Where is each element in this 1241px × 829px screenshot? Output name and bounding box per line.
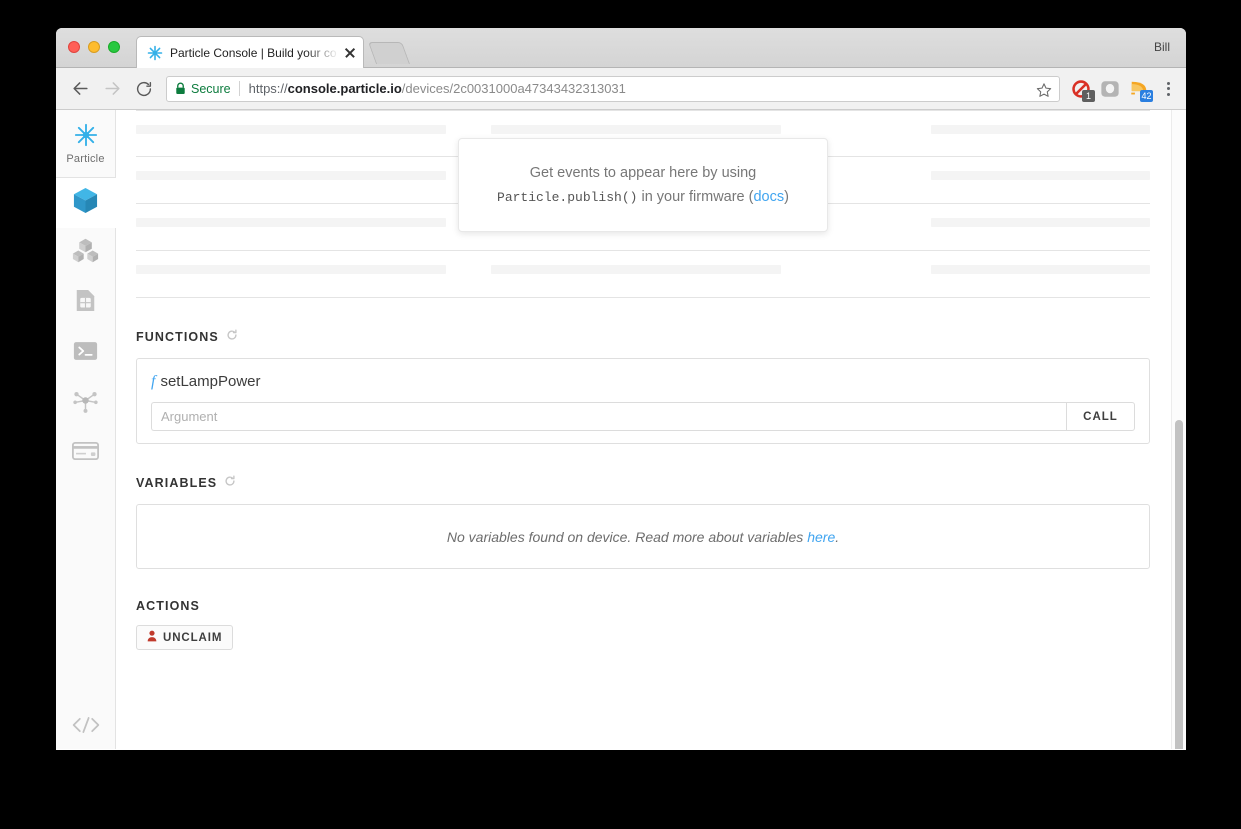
skeleton-bar <box>931 125 1150 134</box>
forward-arrow-icon <box>98 75 126 103</box>
variables-here-link[interactable]: here <box>807 529 835 545</box>
particle-asterisk-icon <box>74 123 98 152</box>
sidebar-logo[interactable]: Particle <box>56 110 115 178</box>
close-window-button[interactable] <box>68 41 80 53</box>
function-card: fsetLampPower CALL <box>136 358 1150 444</box>
callout-line-2: Particle.publish() in your firmware (doc… <box>497 189 789 205</box>
functions-heading: FUNCTIONS <box>136 330 219 344</box>
function-name-row: f setLampPower <box>151 373 1135 391</box>
function-prefix-icon: f <box>151 373 156 390</box>
skeleton-bar <box>491 265 781 274</box>
extension-icons: 1 42 <box>1066 78 1176 102</box>
url-host: console.particle.io <box>287 81 402 96</box>
close-icon[interactable] <box>343 46 357 60</box>
sidebar-item-billing[interactable] <box>56 428 115 478</box>
adblock-badge: 1 <box>1082 89 1095 102</box>
callout-text-before: in your firmware ( <box>637 189 754 205</box>
minimize-window-button[interactable] <box>88 41 100 53</box>
function-argument-input[interactable] <box>151 402 1066 431</box>
sidebar-item-integrations[interactable] <box>56 378 115 428</box>
address-bar-url: https://console.particle.io/devices/2c00… <box>249 81 1051 96</box>
browser-titlebar: Particle Console | Build your co Bill <box>56 28 1186 68</box>
console-terminal-icon <box>73 341 98 366</box>
skeleton-bar <box>491 125 781 134</box>
events-empty-callout: Get events to appear here by using Parti… <box>458 138 828 232</box>
variables-empty-card: No variables found on device. Read more … <box>136 504 1150 569</box>
refresh-icon[interactable] <box>226 328 238 346</box>
adblock-extension-icon[interactable]: 1 <box>1070 78 1095 102</box>
integrations-nodes-icon <box>72 387 99 419</box>
screen: Particle Console | Build your co Bill Se… <box>0 0 1241 829</box>
sidebar-logo-label: Particle <box>66 152 105 165</box>
lock-icon <box>175 82 186 95</box>
browser-tab[interactable]: Particle Console | Build your co <box>136 36 364 68</box>
sidebar-item-sim-cards[interactable] <box>56 278 115 328</box>
browser-profile-name[interactable]: Bill <box>1154 40 1170 54</box>
variables-empty-text-after: . <box>835 528 840 545</box>
maximize-window-button[interactable] <box>108 41 120 53</box>
skeleton-bar <box>931 265 1150 274</box>
unclaim-button-label: UNCLAIM <box>163 631 223 644</box>
security-status-label: Secure <box>191 81 231 96</box>
pocket-extension-icon[interactable] <box>1099 78 1121 100</box>
sim-card-icon <box>75 288 96 318</box>
callout-code: Particle.publish() <box>497 190 638 205</box>
new-tab-button[interactable] <box>367 42 411 64</box>
omnibox-divider <box>238 81 240 96</box>
cubes-icon <box>72 237 99 269</box>
skeleton-bar <box>931 218 1150 227</box>
function-call-row: CALL <box>151 402 1135 431</box>
skeleton-bar <box>931 171 1150 180</box>
url-path: /devices/2c0031000a47343432313031 <box>401 81 626 96</box>
skeleton-bar <box>136 265 446 274</box>
kebab-menu-icon[interactable] <box>1160 78 1176 100</box>
particle-asterisk-icon <box>147 45 163 61</box>
url-scheme: https:// <box>248 81 288 96</box>
cube-icon <box>72 186 99 220</box>
function-call-button[interactable]: CALL <box>1066 402 1135 431</box>
browser-window: Particle Console | Build your co Bill Se… <box>56 28 1186 750</box>
callout-text-after: ) <box>784 189 789 205</box>
star-icon[interactable] <box>1036 82 1052 98</box>
sidebar-item-products[interactable] <box>56 228 115 278</box>
actions-section-header: ACTIONS <box>136 599 1186 613</box>
refresh-icon[interactable] <box>224 474 236 492</box>
page-scrollbar-thumb[interactable] <box>1175 420 1183 749</box>
person-icon <box>147 630 157 645</box>
credit-card-icon <box>72 441 99 465</box>
functions-section-header: FUNCTIONS <box>136 328 1186 346</box>
address-bar[interactable]: Secure https://console.particle.io/devic… <box>166 75 1060 102</box>
browser-tab-title: Particle Console | Build your co <box>170 45 337 60</box>
variables-empty-message: No variables found on device. Read more … <box>447 529 839 545</box>
variables-empty-text-before: No variables found on device. Read more … <box>446 528 808 545</box>
actions-heading: ACTIONS <box>136 599 200 613</box>
skeleton-bar <box>136 125 446 134</box>
sidebar-item-devices[interactable] <box>56 178 116 228</box>
page-scrollbar-track[interactable] <box>1171 110 1186 749</box>
unclaim-button[interactable]: UNCLAIM <box>136 625 234 650</box>
reload-icon[interactable] <box>130 75 158 103</box>
skeleton-bar <box>136 218 446 227</box>
skeleton-bar <box>136 171 446 180</box>
page-viewport: Particle Get events to appear here by us… <box>56 110 1186 749</box>
code-brackets-icon <box>71 716 101 739</box>
feedly-badge: 42 <box>1140 89 1153 102</box>
events-list: Get events to appear here by using Parti… <box>136 110 1150 298</box>
docs-link[interactable]: docs <box>753 189 784 205</box>
sidebar-item-logs[interactable] <box>56 328 115 378</box>
feedly-extension-icon[interactable]: 42 <box>1128 78 1153 102</box>
page-content: Get events to appear here by using Parti… <box>116 110 1186 749</box>
app-sidebar: Particle <box>56 110 116 749</box>
variables-heading: VARIABLES <box>136 476 218 490</box>
back-arrow-icon[interactable] <box>66 75 94 103</box>
variables-section-header: VARIABLES <box>136 474 1186 492</box>
sidebar-item-docs[interactable] <box>56 716 116 739</box>
window-controls <box>68 41 120 53</box>
callout-line-1: Get events to appear here by using <box>529 165 757 181</box>
browser-toolbar: Secure https://console.particle.io/devic… <box>56 68 1186 110</box>
function-name: setLampPower <box>160 373 261 390</box>
event-skeleton-row <box>136 251 1150 298</box>
